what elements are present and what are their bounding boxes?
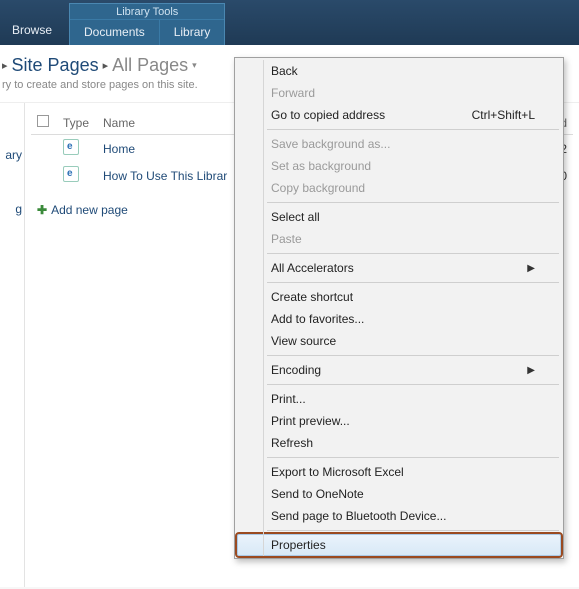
checkbox-all[interactable]	[37, 115, 49, 127]
page-icon	[63, 166, 79, 182]
tab-group-library-tools: Library Tools Documents Library	[69, 3, 225, 45]
menu-back[interactable]: Back	[237, 60, 561, 82]
menu-separator	[267, 384, 559, 385]
menu-separator	[267, 355, 559, 356]
ribbon: Browse Library Tools Documents Library	[0, 0, 579, 45]
menu-select-all[interactable]: Select all	[237, 206, 561, 228]
menu-encoding[interactable]: Encoding ▶	[237, 359, 561, 381]
menu-set-background[interactable]: Set as background	[237, 155, 561, 177]
menu-separator	[267, 202, 559, 203]
menu-properties[interactable]: Properties	[237, 534, 561, 556]
tab-documents[interactable]: Documents	[70, 19, 159, 45]
submenu-arrow-icon: ▶	[527, 365, 535, 376]
sidebar-item[interactable]: ary	[0, 128, 24, 182]
menu-export-excel[interactable]: Export to Microsoft Excel	[237, 461, 561, 483]
menu-print[interactable]: Print...	[237, 388, 561, 410]
menu-send-onenote[interactable]: Send to OneNote	[237, 483, 561, 505]
menu-gutter	[263, 60, 264, 556]
menu-shortcut: Ctrl+Shift+L	[472, 108, 535, 122]
chevron-right-icon: ▸	[103, 59, 109, 72]
page-icon	[63, 139, 79, 155]
menu-save-background[interactable]: Save background as...	[237, 133, 561, 155]
breadcrumb-link-site-pages[interactable]: Site Pages	[12, 55, 99, 76]
submenu-arrow-icon: ▶	[527, 263, 535, 274]
menu-view-source[interactable]: View source	[237, 330, 561, 352]
menu-paste[interactable]: Paste	[237, 228, 561, 250]
menu-separator	[267, 530, 559, 531]
menu-all-accelerators[interactable]: All Accelerators ▶	[237, 257, 561, 279]
tab-group-title: Library Tools	[70, 4, 224, 19]
menu-send-bluetooth[interactable]: Send page to Bluetooth Device...	[237, 505, 561, 527]
menu-create-shortcut[interactable]: Create shortcut	[237, 286, 561, 308]
plus-icon: ✚	[37, 203, 47, 217]
menu-separator	[267, 282, 559, 283]
tab-library[interactable]: Library	[159, 19, 225, 45]
page-link[interactable]: How To Use This Librar	[103, 169, 227, 183]
menu-separator	[267, 129, 559, 130]
menu-copy-background[interactable]: Copy background	[237, 177, 561, 199]
context-menu: Back Forward Go to copied address Ctrl+S…	[234, 57, 564, 559]
col-type[interactable]: Type	[57, 111, 97, 135]
menu-separator	[267, 253, 559, 254]
breadcrumb-view[interactable]: All Pages	[112, 55, 188, 76]
page-link[interactable]: Home	[103, 142, 135, 156]
menu-print-preview[interactable]: Print preview...	[237, 410, 561, 432]
dropdown-icon[interactable]: ▾	[192, 60, 197, 71]
add-new-page-label: Add new page	[51, 203, 128, 217]
tab-browse[interactable]: Browse	[0, 17, 64, 45]
menu-add-favorites[interactable]: Add to favorites...	[237, 308, 561, 330]
sidebar-item[interactable]: g	[0, 182, 24, 236]
menu-forward[interactable]: Forward	[237, 82, 561, 104]
menu-goto-copied-address[interactable]: Go to copied address Ctrl+Shift+L	[237, 104, 561, 126]
sidebar: ary g	[0, 103, 25, 587]
menu-refresh[interactable]: Refresh	[237, 432, 561, 454]
chevron-right-icon: ▸	[2, 59, 8, 72]
menu-separator	[267, 457, 559, 458]
